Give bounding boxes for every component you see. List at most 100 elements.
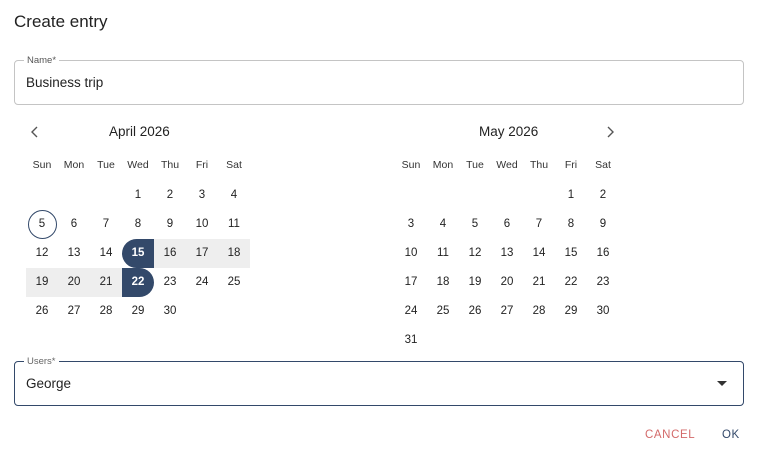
day-cell[interactable]: 12 (26, 239, 58, 268)
day-cell[interactable]: 25 (218, 268, 250, 297)
day-cell[interactable]: 9 (154, 210, 186, 239)
day-cell[interactable]: 24 (395, 297, 427, 326)
day-cell[interactable]: 19 (26, 268, 58, 297)
day-cell[interactable]: 11 (218, 210, 250, 239)
ok-button[interactable]: OK (722, 429, 740, 441)
day-cell[interactable]: 29 (555, 297, 587, 326)
day-cell[interactable]: 5 (26, 210, 58, 239)
day-number: 9 (599, 218, 607, 230)
day-cell[interactable]: 22 (555, 268, 587, 297)
day-cell[interactable]: 30 (154, 297, 186, 326)
day-cell[interactable]: 14 (523, 239, 555, 268)
caret-down-icon[interactable] (717, 381, 727, 386)
name-field[interactable]: Name* Business trip (14, 55, 744, 105)
day-number: 13 (500, 247, 514, 259)
empty-day-cell (555, 326, 587, 355)
day-cell[interactable]: 15 (555, 239, 587, 268)
day-cell[interactable]: 12 (459, 239, 491, 268)
day-cell[interactable]: 2 (154, 181, 186, 210)
day-cell[interactable]: 18 (427, 268, 459, 297)
day-cell[interactable]: 2 (587, 181, 619, 210)
weekday-header: Thu (529, 159, 549, 171)
day-number: 21 (532, 276, 546, 288)
day-cell[interactable]: 16 (154, 239, 186, 268)
day-number: 17 (195, 247, 209, 259)
day-number: 20 (67, 276, 81, 288)
calendar-grid-may: Sun Mon Tue Wed Thu Fri Sat 1 2 3 4 5 6 7 8 9 10 11 12 13 14… (395, 152, 619, 355)
day-number: 28 (99, 305, 113, 317)
dialog-title: Create entry (14, 12, 108, 31)
day-cell[interactable]: 7 (523, 210, 555, 239)
day-cell[interactable]: 26 (459, 297, 491, 326)
month-label-left: April 2026 (109, 124, 170, 139)
users-field-value[interactable]: George (26, 376, 71, 391)
day-cell[interactable]: 20 (491, 268, 523, 297)
day-cell[interactable]: 6 (58, 210, 90, 239)
day-cell[interactable]: 8 (122, 210, 154, 239)
day-cell[interactable]: 5 (459, 210, 491, 239)
empty-day-cell (491, 181, 523, 210)
day-cell[interactable]: 13 (58, 239, 90, 268)
day-number: 19 (35, 276, 49, 288)
day-cell[interactable]: 1 (555, 181, 587, 210)
day-cell[interactable]: 16 (587, 239, 619, 268)
day-cell[interactable]: 10 (395, 239, 427, 268)
weekday-header: Fri (195, 159, 209, 171)
day-cell[interactable]: 10 (186, 210, 218, 239)
cancel-button[interactable]: CANCEL (645, 429, 695, 441)
day-cell[interactable]: 21 (90, 268, 122, 297)
users-select[interactable]: Users* George (14, 356, 744, 406)
day-cell[interactable]: 22 (122, 268, 154, 297)
chevron-right-icon[interactable] (600, 122, 620, 142)
name-field-value[interactable]: Business trip (26, 75, 103, 90)
day-cell[interactable]: 17 (186, 239, 218, 268)
day-cell[interactable]: 23 (154, 268, 186, 297)
day-cell[interactable]: 23 (587, 268, 619, 297)
day-number: 15 (131, 247, 145, 259)
day-cell[interactable]: 27 (491, 297, 523, 326)
day-cell[interactable]: 28 (90, 297, 122, 326)
day-number: 6 (503, 218, 511, 230)
day-cell[interactable]: 6 (491, 210, 523, 239)
day-cell[interactable]: 27 (58, 297, 90, 326)
day-cell[interactable]: 21 (523, 268, 555, 297)
weekday-header: Mon (432, 159, 454, 171)
day-cell[interactable]: 7 (90, 210, 122, 239)
day-cell[interactable]: 28 (523, 297, 555, 326)
day-cell[interactable]: 19 (459, 268, 491, 297)
day-cell[interactable]: 4 (218, 181, 250, 210)
day-cell[interactable]: 13 (491, 239, 523, 268)
day-cell[interactable]: 1 (122, 181, 154, 210)
chevron-left-icon[interactable] (25, 122, 45, 142)
day-cell[interactable]: 18 (218, 239, 250, 268)
day-cell[interactable]: 15 (122, 239, 154, 268)
day-number: 5 (471, 218, 479, 230)
day-cell[interactable]: 9 (587, 210, 619, 239)
day-cell[interactable]: 30 (587, 297, 619, 326)
day-number: 20 (500, 276, 514, 288)
day-number: 6 (70, 218, 78, 230)
day-cell[interactable]: 4 (427, 210, 459, 239)
day-cell[interactable]: 20 (58, 268, 90, 297)
day-cell[interactable]: 24 (186, 268, 218, 297)
day-cell[interactable]: 11 (427, 239, 459, 268)
day-number: 16 (163, 247, 177, 259)
day-cell[interactable]: 8 (555, 210, 587, 239)
day-cell[interactable]: 3 (186, 181, 218, 210)
day-cell[interactable]: 26 (26, 297, 58, 326)
day-cell[interactable]: 14 (90, 239, 122, 268)
day-number: 11 (437, 247, 449, 259)
weekday-header: Wed (496, 159, 518, 171)
day-number: 18 (436, 276, 450, 288)
weekday-header: Thu (160, 159, 180, 171)
day-cell[interactable]: 29 (122, 297, 154, 326)
day-cell[interactable]: 25 (427, 297, 459, 326)
day-cell[interactable]: 31 (395, 326, 427, 355)
weekday-header: Sun (32, 159, 52, 171)
day-number: 14 (532, 247, 546, 259)
day-cell[interactable]: 17 (395, 268, 427, 297)
day-cell[interactable]: 3 (395, 210, 427, 239)
weekday-header: Sat (226, 159, 242, 171)
empty-day-cell (459, 181, 491, 210)
day-number: 12 (468, 247, 482, 259)
